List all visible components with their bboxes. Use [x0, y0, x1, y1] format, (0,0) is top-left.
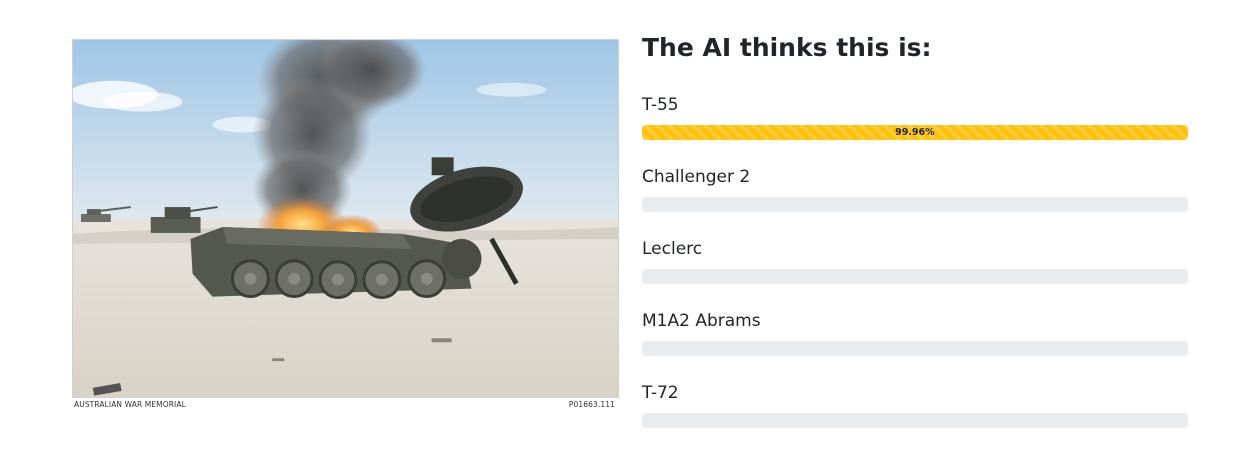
- prediction-label: M1A2 Abrams: [642, 311, 761, 331]
- confidence-percent: 99.96%: [895, 127, 935, 138]
- confidence-bar-track: 99.96%: [642, 125, 1188, 140]
- prediction-label: Challenger 2: [642, 167, 751, 187]
- prediction-item: T-55 99.96%: [642, 94, 1188, 140]
- prediction-item: Challenger 2: [642, 166, 1188, 212]
- confidence-bar-track: [642, 341, 1188, 356]
- photo-caption-source: AUSTRALIAN WAR MEMORIAL: [74, 400, 186, 409]
- tank-photo-image: [73, 40, 618, 397]
- confidence-bar-fill: 99.96%: [642, 125, 1188, 140]
- confidence-bar-track: [642, 413, 1188, 428]
- confidence-bar-track: [642, 197, 1188, 212]
- prediction-label: T-55: [642, 95, 679, 115]
- results-heading: The AI thinks this is:: [642, 33, 932, 62]
- prediction-label: Leclerc: [642, 239, 703, 259]
- photo-panel: AUSTRALIAN WAR MEMORIAL P01663.111: [72, 39, 619, 412]
- tank-photo: [72, 39, 619, 398]
- photo-caption-id: P01663.111: [568, 400, 615, 409]
- prediction-item: M1A2 Abrams: [642, 310, 1188, 356]
- prediction-label: T-72: [642, 383, 679, 403]
- confidence-bar-track: [642, 269, 1188, 284]
- results-panel: The AI thinks this is: T-55 99.96% Chall…: [642, 28, 1188, 428]
- prediction-item: Leclerc: [642, 238, 1188, 284]
- prediction-item: T-72: [642, 382, 1188, 428]
